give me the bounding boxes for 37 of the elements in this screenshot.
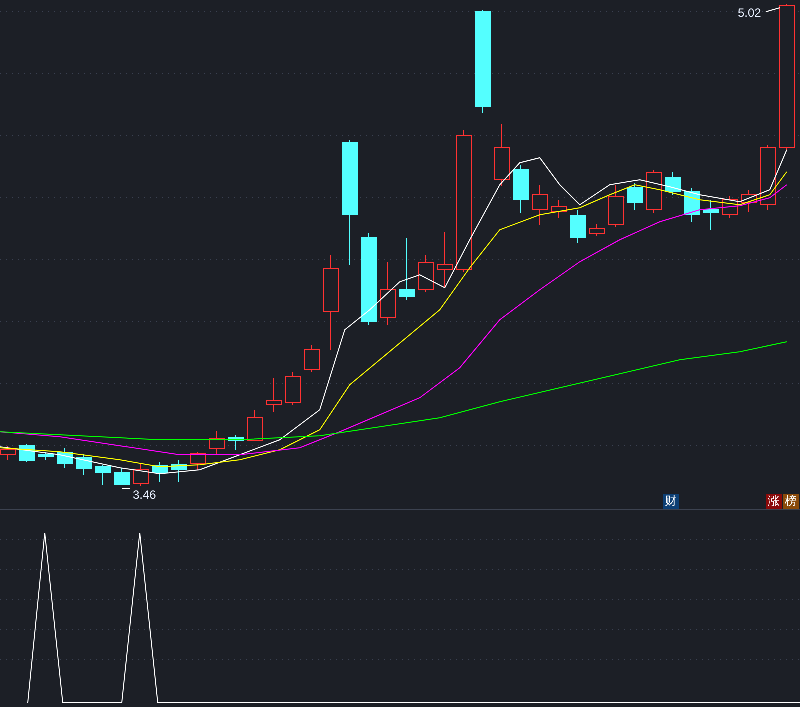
candlestick (494, 124, 510, 186)
candlestick (57, 448, 73, 468)
candlestick (532, 184, 548, 226)
candlestick (171, 460, 187, 482)
candlestick (38, 452, 54, 460)
candlestick (133, 464, 149, 486)
badge: 榜 (783, 494, 799, 509)
candlestick (228, 434, 244, 450)
candlestick (209, 430, 225, 456)
candlestick (190, 452, 206, 470)
candlestick (95, 464, 111, 486)
candlestick (741, 190, 757, 212)
candlestick (760, 144, 776, 210)
candlestick (399, 238, 415, 300)
candlestick (437, 232, 453, 288)
candlestick (418, 254, 434, 292)
candlestick (646, 170, 662, 214)
candlestick (589, 224, 605, 236)
badge: 财 (663, 494, 679, 509)
badge: 涨 (766, 494, 782, 509)
candlestick (551, 200, 567, 218)
candlestick (76, 454, 92, 476)
candlestick (304, 344, 320, 372)
candlestick (380, 262, 396, 326)
candlestick (513, 164, 529, 214)
candlestick (266, 378, 282, 412)
candlestick (722, 196, 738, 218)
candlestick (627, 182, 643, 210)
candlestick (665, 172, 681, 196)
candlestick (114, 468, 130, 486)
candlestick (684, 188, 700, 222)
candlestick (608, 184, 624, 228)
candlestick (703, 200, 719, 230)
candlestick (285, 372, 301, 406)
candlestick (247, 410, 263, 442)
candlestick (152, 462, 168, 482)
candlestick (570, 210, 586, 244)
